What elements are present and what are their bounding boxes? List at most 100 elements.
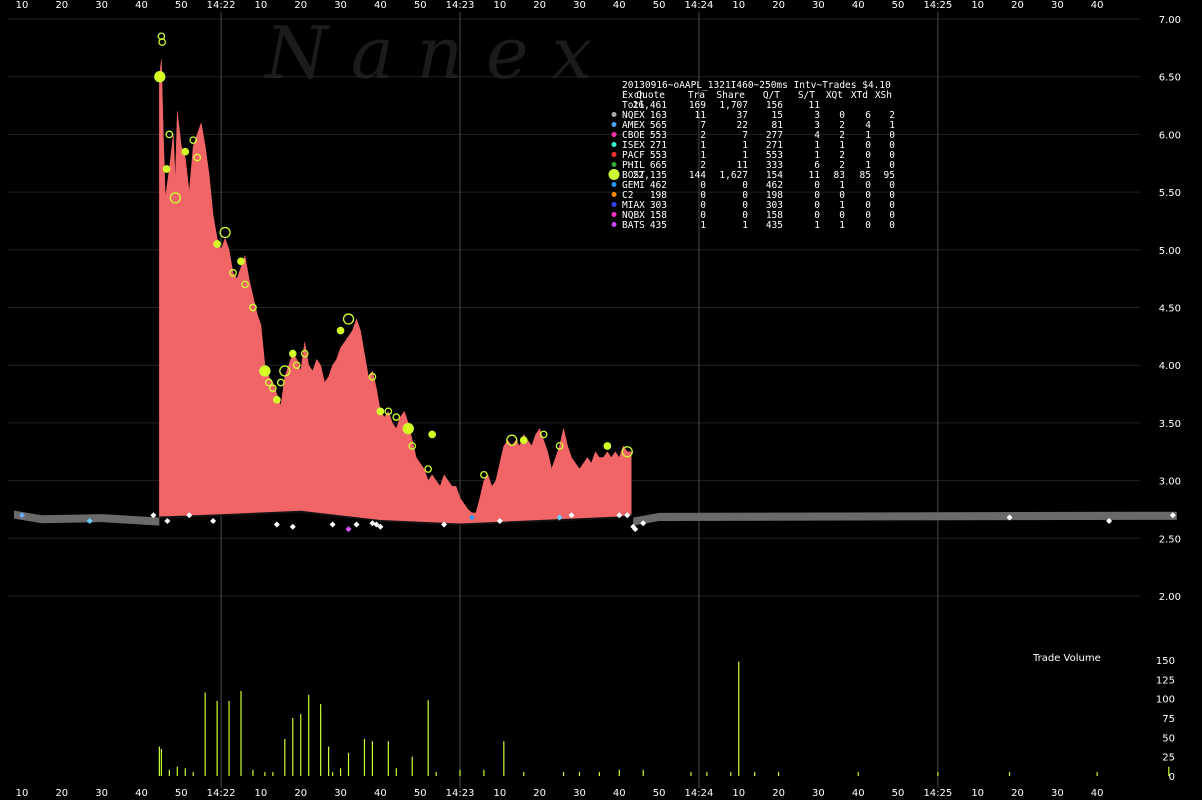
time-tick-label-top: 14:24 [685, 0, 714, 11]
trade-marker [603, 442, 612, 450]
time-tick-label-top: 40 [374, 0, 387, 11]
time-tick-label-top: 14:22 [207, 0, 236, 11]
time-tick-label-bottom: 30 [573, 788, 586, 799]
price-tick-label: 6.50 [1159, 73, 1181, 84]
time-tick-label-top: 40 [613, 0, 626, 11]
time-tick-label-bottom: 20 [294, 788, 307, 799]
volume-tick-label: 0 [1169, 772, 1175, 783]
volume-tick-label: 50 [1162, 733, 1175, 744]
trade-marker [213, 240, 221, 248]
volume-axis: 150 125 100 75 50 25 0 [1156, 656, 1175, 783]
volume-tick-label: 25 [1162, 753, 1175, 764]
exchange-marker-icon [611, 142, 617, 147]
stats-header-cell: XSh [875, 90, 892, 101]
ask-area-layer [159, 59, 632, 526]
time-tick-label-top: 30 [812, 0, 825, 11]
time-tick-label-top: 50 [653, 0, 666, 11]
price-tick-label: 4.00 [1159, 361, 1181, 372]
price-tick-label: 7.00 [1159, 15, 1181, 26]
trade-marker [376, 407, 385, 416]
time-tick-label-top: 40 [135, 0, 148, 11]
time-tick-label-top: 50 [175, 0, 188, 11]
quote-band-right [633, 511, 1177, 526]
exchange-marker-icon [611, 162, 617, 167]
trade-marker [272, 395, 281, 404]
trade-marker [428, 430, 436, 439]
price-tick-label: 2.00 [1159, 592, 1181, 603]
price-tick-label: 6.00 [1159, 130, 1181, 141]
time-tick-label-bottom: 14:23 [446, 788, 475, 799]
price-tick-label: 4.50 [1159, 304, 1181, 315]
trade-marker [506, 434, 518, 446]
quote-band-left [14, 510, 160, 526]
stats-row-cell: 1 [742, 220, 748, 231]
stats-row-cell: 1 [839, 220, 845, 231]
time-tick-label-bottom: 50 [653, 788, 666, 799]
trade-marker [237, 257, 245, 266]
exchange-marker-icon [611, 182, 617, 187]
stats-row-cell: 435 [650, 220, 667, 231]
stats-row-cell: 1 [700, 220, 706, 231]
exchange-stats-table: ExchQuote Tra Share Q/T S/T XQt XTd XShTotl26,4… [608, 90, 895, 231]
time-tick-label-top: 14:23 [446, 0, 475, 11]
time-tick-label-bottom: 30 [812, 788, 825, 799]
time-tick-label-top: 20 [294, 0, 307, 11]
trade-marker [259, 365, 271, 377]
stats-row-cell: 435 [766, 220, 783, 231]
time-tick-label-bottom: 10 [16, 788, 29, 799]
trade-marker-white [329, 521, 336, 528]
trade-marker-white [210, 517, 217, 524]
time-tick-label-top: 40 [1091, 0, 1104, 11]
trade-marker [402, 423, 414, 435]
time-tick-label-bottom: 10 [732, 788, 745, 799]
ask-bid-area [159, 59, 632, 525]
price-tick-label: 2.50 [1159, 534, 1181, 545]
time-tick-label-bottom: 14:22 [207, 788, 236, 799]
volume-tick-label: 125 [1156, 675, 1175, 686]
watermark: N a n e x [263, 11, 592, 95]
stats-header-cell: XQt [826, 90, 843, 101]
exchange-marker-icon [611, 212, 617, 217]
trade-marker [342, 313, 355, 325]
time-tick-label-bottom: 20 [1011, 788, 1024, 799]
exchange-marker-icon [611, 202, 617, 207]
trade-marker-white [273, 521, 280, 528]
time-tick-label-bottom: 40 [613, 788, 626, 799]
time-tick-label-top: 30 [573, 0, 586, 11]
trade-marker-exchange [345, 526, 352, 533]
time-tick-label-top: 20 [772, 0, 785, 11]
exchange-marker-icon [611, 222, 617, 227]
time-tick-label-bottom: 20 [533, 788, 546, 799]
stats-header-cell: XTd [851, 90, 868, 101]
time-tick-label-top: 10 [16, 0, 29, 11]
trade-marker [162, 165, 171, 173]
price-tick-label: 3.00 [1159, 477, 1181, 488]
time-tick-label-bottom: 40 [1091, 788, 1104, 799]
trade-marker [154, 71, 166, 83]
time-tick-label-top: 20 [1011, 0, 1024, 11]
trade-marker [392, 413, 401, 421]
time-tick-label-bottom: 50 [414, 788, 427, 799]
exchange-marker-icon [611, 132, 617, 137]
time-tick-label-bottom: 14:25 [923, 788, 952, 799]
volume-tick-label: 150 [1156, 656, 1175, 667]
exchange-marker-icon [608, 169, 620, 180]
exchange-marker-icon [611, 122, 617, 127]
time-tick-label-top: 10 [255, 0, 268, 11]
exchange-marker-icon [611, 112, 617, 117]
time-tick-label-top: 30 [334, 0, 347, 11]
stats-row-cell: 1 [814, 220, 820, 231]
time-tick-label-bottom: 20 [55, 788, 68, 799]
exchange-marker-icon [611, 152, 617, 157]
trade-marker [336, 326, 345, 335]
time-tick-label-bottom: 40 [852, 788, 865, 799]
stats-row-cell: 0 [889, 220, 895, 231]
volume-title: Trade Volume [1032, 653, 1101, 664]
time-tick-label-top: 30 [1051, 0, 1064, 11]
price-tick-label: 5.00 [1159, 246, 1181, 257]
trade-marker [424, 465, 433, 473]
time-tick-label-bottom: 50 [175, 788, 188, 799]
time-tick-label-bottom: 30 [1051, 788, 1064, 799]
volume-tick-label: 75 [1162, 714, 1175, 725]
trade-marker [519, 436, 528, 445]
